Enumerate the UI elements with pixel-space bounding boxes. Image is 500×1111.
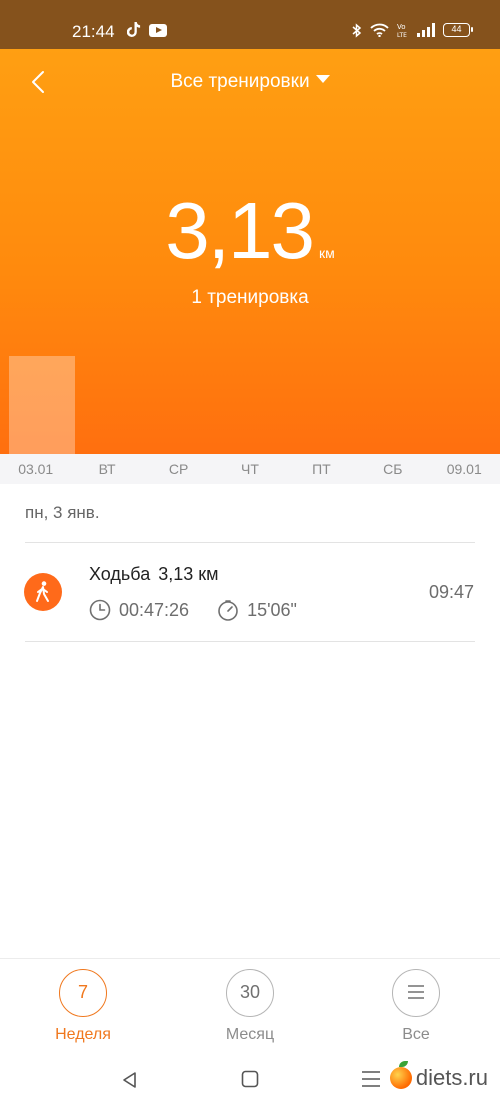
bluetooth-icon bbox=[352, 22, 362, 38]
signal-icon bbox=[417, 23, 435, 37]
divider bbox=[25, 641, 475, 642]
workout-filter-dropdown[interactable]: Все тренировки bbox=[0, 71, 500, 93]
workout-pace: 15'06" bbox=[247, 599, 297, 620]
week-number: 7 bbox=[59, 969, 107, 1017]
watermark: diets.ru bbox=[389, 1061, 488, 1091]
day-axis: 03.01 ВТ СР ЧТ ПТ СБ 09.01 bbox=[0, 454, 500, 484]
day-axis-label: 09.01 bbox=[446, 461, 482, 477]
day-axis-label: СР bbox=[168, 461, 189, 477]
nav-item-week[interactable]: 7 Неделя bbox=[33, 969, 133, 1044]
status-right-icons: Vo LTE 44 bbox=[352, 22, 473, 38]
workout-title: Ходьба 3,13 км bbox=[89, 564, 219, 585]
svg-text:Vo: Vo bbox=[397, 23, 406, 31]
nav-label-all: Все bbox=[402, 1026, 430, 1043]
day-axis-label: ВТ bbox=[98, 461, 116, 477]
dropdown-caret-icon bbox=[315, 75, 330, 83]
system-home-button[interactable] bbox=[241, 1070, 259, 1088]
distance-unit: км bbox=[318, 245, 335, 261]
system-back-button[interactable] bbox=[120, 1070, 140, 1090]
list-icon bbox=[392, 969, 440, 1017]
system-menu-button[interactable] bbox=[361, 1070, 381, 1088]
workout-duration: 00:47:26 bbox=[119, 599, 190, 620]
watermark-text: diets.ru bbox=[415, 1065, 488, 1090]
youtube-icon bbox=[149, 23, 167, 37]
filter-label: Все тренировки bbox=[170, 71, 310, 92]
status-left-icons bbox=[127, 22, 167, 38]
divider bbox=[25, 542, 475, 543]
pace-icon bbox=[218, 600, 238, 621]
day-axis-label: 03.01 bbox=[18, 461, 54, 477]
nav-label-month: Месяц bbox=[225, 1026, 275, 1043]
battery-icon: 44 bbox=[443, 23, 473, 37]
month-number: 30 bbox=[226, 969, 274, 1017]
volte-icon: Vo LTE bbox=[397, 23, 407, 38]
bottom-nav: 7 Неделя 30 Месяц Все bbox=[0, 958, 500, 1053]
distance-value: 3,13 bbox=[165, 186, 315, 275]
nav-label-week: Неделя bbox=[55, 1026, 111, 1043]
workout-row[interactable]: Ходьба 3,13 км 00:47:26 15'06" 09:47 bbox=[0, 545, 500, 641]
fruit-logo-icon bbox=[389, 1061, 412, 1089]
nav-item-month[interactable]: 30 Месяц bbox=[200, 969, 300, 1044]
day-axis-label: ПТ bbox=[312, 461, 331, 477]
svg-text:LTE: LTE bbox=[397, 32, 407, 38]
section-date: пн, 3 янв. bbox=[25, 503, 100, 522]
status-bar: 21:44 Vo LTE 44 bbox=[0, 0, 500, 49]
workout-time: 09:47 bbox=[428, 582, 474, 602]
status-time: 21:44 bbox=[72, 22, 115, 41]
tiktok-icon bbox=[127, 22, 141, 37]
workouts-count: 1 тренировка bbox=[191, 287, 309, 308]
workout-distance: 3,13 км bbox=[158, 564, 219, 584]
day-axis-label: ЧТ bbox=[241, 461, 259, 477]
summary-panel: Все тренировки 3,13 км 1 тренировка bbox=[0, 49, 500, 454]
workout-meta: 00:47:26 15'06" bbox=[89, 599, 297, 621]
walking-icon bbox=[24, 573, 62, 611]
nav-item-all[interactable]: Все bbox=[366, 969, 466, 1044]
workout-type: Ходьба bbox=[89, 564, 151, 584]
day-bar[interactable] bbox=[9, 356, 76, 454]
total-distance: 3,13 км bbox=[0, 185, 500, 277]
clock-icon bbox=[89, 599, 111, 621]
wifi-icon bbox=[370, 23, 389, 37]
day-axis-label: СБ bbox=[383, 461, 403, 477]
